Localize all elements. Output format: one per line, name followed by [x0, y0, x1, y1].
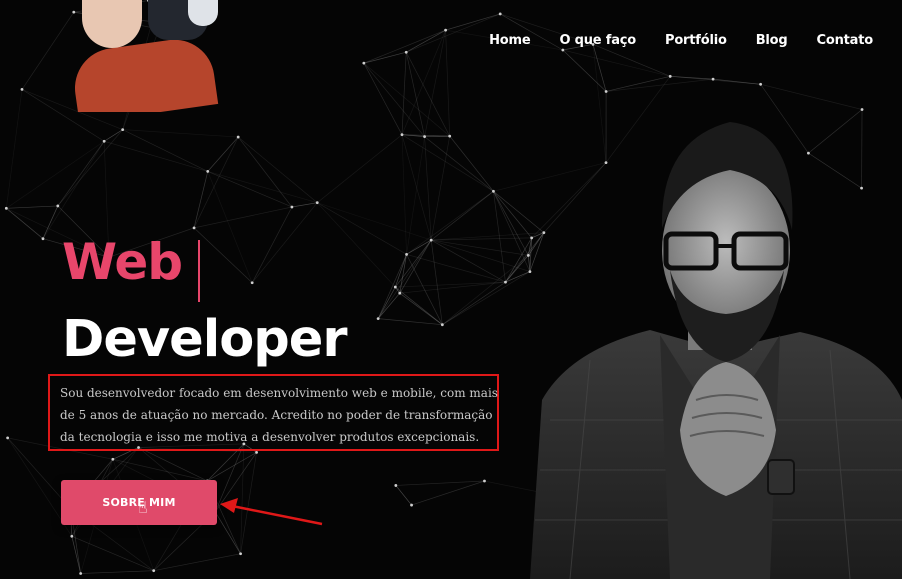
hero-title-accent: Web	[62, 233, 183, 291]
developer-portrait-photo	[530, 122, 902, 579]
hero-description: Sou desenvolvedor focado em desenvolvime…	[60, 386, 498, 444]
decorative-photo	[70, 0, 220, 112]
typing-cursor	[198, 240, 200, 302]
red-arrow-annotation	[220, 498, 323, 526]
nav-home[interactable]: Home	[489, 33, 531, 48]
hand-pointer-icon: ☝	[138, 498, 148, 517]
nav-o-que-faco[interactable]: O que faço	[559, 33, 636, 48]
nav-blog[interactable]: Blog	[756, 33, 788, 48]
hero-title-main: Developer	[62, 310, 348, 369]
nav-contato[interactable]: Contato	[817, 33, 874, 48]
main-nav: Home O que faço Portfólio Blog Contato	[489, 33, 873, 48]
nav-portfolio[interactable]: Portfólio	[665, 33, 727, 48]
